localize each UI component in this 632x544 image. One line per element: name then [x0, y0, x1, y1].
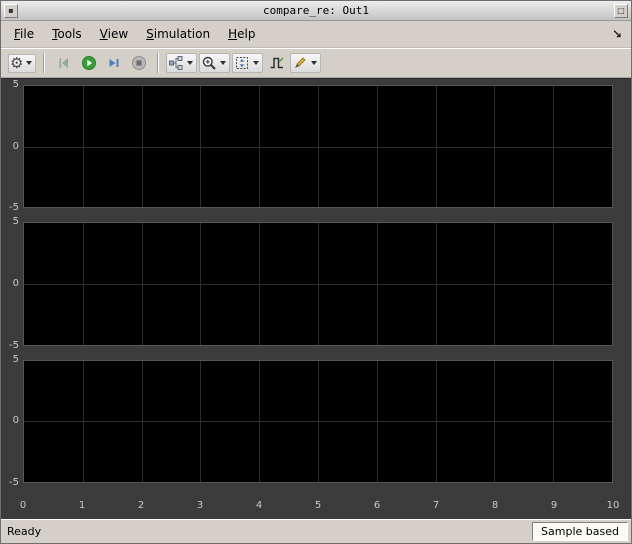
plot-canvas[interactable]: [23, 359, 613, 483]
dropdown-arrow-icon: [311, 61, 318, 65]
dropdown-arrow-icon: [187, 61, 194, 65]
measurements-icon: [270, 57, 284, 69]
x-tick-label: 9: [550, 499, 558, 511]
gridline-horizontal: [24, 421, 612, 423]
status-text: Ready: [7, 525, 42, 538]
menu-item-tools[interactable]: Tools: [43, 24, 91, 44]
x-axis-labels: 0 1 2 3 4 5 6 7 8 9 10: [19, 497, 620, 519]
span-button[interactable]: [232, 53, 264, 73]
x-tick-label: 1: [78, 499, 86, 511]
pencil-icon: [295, 57, 307, 68]
x-tick-label: 7: [432, 499, 440, 511]
scope-plot: 5 0 -5: [5, 354, 613, 487]
y-tick-label: -5: [9, 202, 19, 214]
x-tick-label: 2: [137, 499, 145, 511]
sample-mode-badge: Sample based: [532, 522, 628, 541]
y-tick-label: -5: [9, 476, 19, 488]
y-tick-label: 0: [12, 415, 19, 427]
x-tick-label: 4: [255, 499, 263, 511]
plot-canvas[interactable]: [23, 222, 613, 346]
x-tick-label: 0: [19, 499, 27, 511]
y-tick-label: 0: [12, 140, 19, 152]
dropdown-arrow-icon: [253, 61, 260, 65]
stepping-options-button[interactable]: [166, 53, 198, 73]
toolbar-separator: [157, 53, 160, 73]
y-tick-label: 5: [12, 79, 19, 90]
scope-plot: 5 0 -5: [5, 217, 613, 350]
titlebar[interactable]: ▪ compare_re: Out1 □: [1, 1, 631, 21]
style-button[interactable]: [290, 53, 322, 73]
scope-plot: 5 0 -5: [5, 80, 613, 213]
window-title: compare_re: Out1: [263, 4, 369, 17]
x-tick-label: 3: [196, 499, 204, 511]
menu-item-file[interactable]: File: [5, 24, 43, 44]
zoom-button[interactable]: [199, 53, 231, 73]
gridline-horizontal: [24, 283, 612, 285]
maximize-icon: □: [617, 5, 625, 15]
y-tick-label: -5: [9, 339, 19, 351]
maximize-button[interactable]: □: [614, 3, 628, 18]
zoom-icon: [203, 56, 217, 70]
span-icon: [236, 57, 249, 69]
statusbar: Ready Sample based: [1, 519, 631, 543]
step-forward-icon: [109, 59, 119, 67]
run-backward-button[interactable]: [52, 52, 75, 74]
scope-window: ▪ compare_re: Out1 □ File Tools View Sim…: [0, 0, 632, 544]
measurements-button[interactable]: [265, 52, 288, 74]
toolbar: ⚙: [1, 48, 631, 78]
menubar: File Tools View Simulation Help ↘: [1, 21, 631, 48]
x-tick-label: 6: [373, 499, 381, 511]
system-menu-button[interactable]: ▪: [4, 3, 18, 18]
stop-button[interactable]: [127, 52, 150, 74]
scope-plots-area: 5 0 -5 5 0 -5 5 0 -5 0 1 2 3 4 5 6 7 8 9 10: [1, 78, 631, 519]
run-backward-icon: [59, 58, 68, 68]
step-forward-button[interactable]: [102, 52, 125, 74]
toolbar-separator: [43, 53, 46, 73]
gridline-horizontal: [24, 146, 612, 148]
run-button[interactable]: [77, 52, 100, 74]
menu-item-help[interactable]: Help: [219, 24, 264, 44]
run-icon: [81, 56, 96, 70]
y-tick-label: 5: [12, 216, 19, 228]
system-menu-icon: ▪: [8, 5, 14, 15]
y-tick-label: 0: [12, 277, 19, 289]
configuration-button[interactable]: ⚙: [8, 53, 37, 73]
plot-canvas[interactable]: [23, 85, 613, 209]
x-tick-label: 8: [491, 499, 499, 511]
menu-item-view[interactable]: View: [91, 24, 137, 44]
x-tick-label: 10: [606, 499, 620, 511]
stepper-icon: [169, 56, 183, 70]
gear-icon: ⚙: [10, 53, 24, 72]
dropdown-arrow-icon: [220, 61, 227, 65]
menu-item-simulation[interactable]: Simulation: [137, 24, 219, 44]
y-tick-label: 5: [12, 353, 19, 365]
x-tick-label: 5: [314, 499, 322, 511]
stop-icon: [131, 56, 146, 70]
dock-arrow-icon[interactable]: ↘: [607, 27, 627, 41]
dropdown-arrow-icon: [26, 61, 33, 65]
